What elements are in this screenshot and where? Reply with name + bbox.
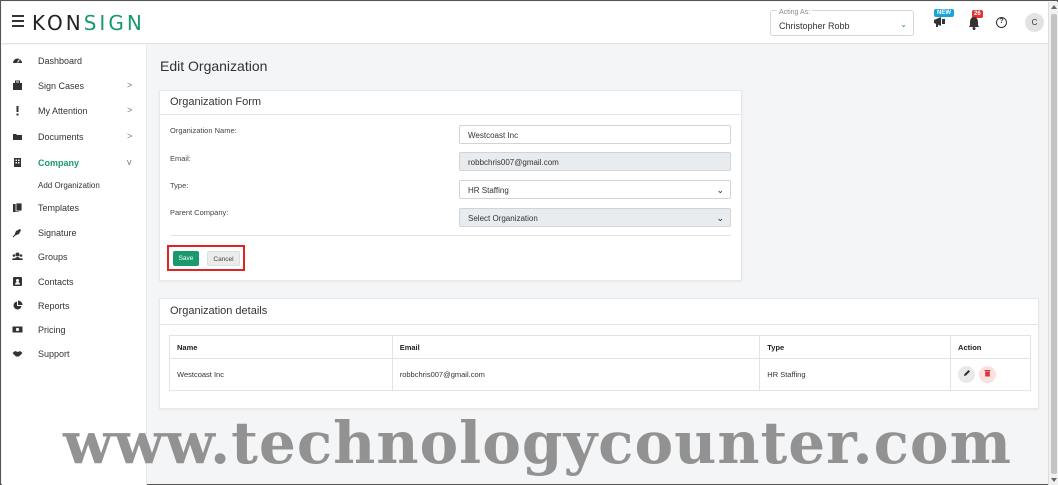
sidebar-item-label: Signature [38, 228, 77, 238]
save-button[interactable]: Save [173, 251, 199, 266]
organization-name-value: Westcoast Inc [468, 131, 519, 140]
type-label: Type: [170, 181, 189, 190]
column-header-action: Action [950, 335, 1031, 359]
copy-icon [13, 202, 23, 212]
cell-type: HR Staffing [759, 358, 952, 391]
contact-icon [13, 277, 22, 286]
cell-action [950, 358, 1031, 391]
exclamation-icon [16, 106, 19, 116]
sidebar-item-contacts[interactable]: Contacts [2, 272, 147, 292]
money-icon [12, 326, 23, 333]
sidebar-item-reports[interactable]: Reports [2, 296, 147, 316]
chevron-down-icon: ⌄ [716, 185, 724, 195]
pen-icon [12, 229, 21, 238]
delete-button[interactable] [979, 366, 997, 383]
app-frame: KONSIGN Acting As: Christopher Robb ⌄ NE… [0, 0, 1058, 485]
handshake-icon [12, 351, 23, 357]
vertical-scrollbar[interactable] [1048, 2, 1058, 485]
form-divider [170, 235, 731, 236]
sidebar-item-signature[interactable]: Signature [2, 223, 147, 243]
bell-icon[interactable] [968, 16, 980, 30]
sidebar-item-company[interactable]: Company v [2, 153, 147, 173]
parent-company-value: Select Organization [468, 214, 538, 223]
card-title: Organization Form [170, 96, 262, 108]
parent-company-select[interactable]: Select Organization ⌄ [459, 208, 731, 227]
cancel-button[interactable]: Cancel [207, 251, 240, 266]
logo-text-accent: SIGN [83, 11, 145, 35]
chevron-right-icon: > [127, 80, 133, 90]
sidebar-item-label: Company [38, 158, 80, 168]
card-title: Organization details [170, 305, 268, 317]
column-header-email[interactable]: Email [391, 335, 761, 359]
hamburger-menu-icon[interactable] [12, 15, 24, 27]
column-header-name[interactable]: Name [169, 335, 393, 359]
table-header-row: Name Email Type Action [169, 335, 1031, 359]
sidebar-item-support[interactable]: Support [2, 344, 147, 364]
scroll-thumb[interactable] [1051, 14, 1057, 474]
sidebar-item-label: Groups [38, 252, 68, 262]
chevron-down-icon: ⌄ [716, 213, 724, 223]
sidebar-item-documents[interactable]: Documents > [2, 127, 147, 147]
sidebar-item-label: My Attention [38, 106, 88, 116]
sidebar-item-label: Sign Cases [38, 81, 85, 91]
type-value: HR Staffing [468, 186, 509, 195]
sidebar-item-label: Templates [38, 203, 80, 213]
sidebar-item-my-attention[interactable]: My Attention > [2, 101, 147, 121]
building-icon [14, 158, 21, 167]
sidebar-item-templates[interactable]: Templates [2, 198, 147, 218]
megaphone-icon[interactable] [933, 15, 947, 29]
sidebar-item-pricing[interactable]: Pricing [2, 320, 147, 340]
sidebar-item-dashboard[interactable]: Dashboard [2, 51, 147, 71]
folder-icon [13, 134, 22, 140]
sidebar-item-label: Support [38, 349, 70, 359]
sidebar-item-label: Pricing [38, 325, 66, 335]
scroll-up-arrow-icon[interactable] [1051, 5, 1057, 9]
chevron-down-icon: v [127, 157, 132, 167]
organization-details-table: Name Email Type Action Westcoast Inc rob… [169, 335, 1031, 391]
table-row: Westcoast Inc robbchris007@gmail.com HR … [169, 358, 1031, 391]
organization-name-input[interactable]: Westcoast Inc [459, 125, 731, 144]
top-header: KONSIGN Acting As: Christopher Robb ⌄ [2, 2, 1048, 44]
pie-chart-icon [13, 300, 23, 310]
chevron-down-icon: ⌄ [900, 20, 907, 29]
avatar[interactable]: C [1025, 13, 1044, 32]
email-value: robbchris007@gmail.com [468, 158, 559, 167]
cell-name: Westcoast Inc [169, 358, 393, 391]
users-icon [12, 252, 23, 260]
dashboard-icon [13, 58, 22, 63]
konsign-logo[interactable]: KONSIGN [32, 11, 145, 35]
card-divider [160, 114, 741, 115]
sidebar-item-groups[interactable]: Groups [2, 247, 147, 267]
sidebar-item-sign-cases[interactable]: Sign Cases > [2, 76, 147, 96]
column-header-type[interactable]: Type [759, 335, 952, 359]
sidebar-item-label: Contacts [38, 277, 74, 287]
sidebar-item-label: Dashboard [38, 56, 83, 66]
help-icon[interactable]: ? [996, 17, 1007, 28]
page-title: Edit Organization [160, 58, 268, 74]
cell-email: robbchris007@gmail.com [391, 358, 761, 391]
trash-icon [984, 370, 991, 377]
sidebar-item-label: Reports [38, 301, 70, 311]
sidebar-subitem-add-organization[interactable]: Add Organization [38, 181, 100, 190]
watermark-text: www.technologycounter.com [63, 409, 1012, 477]
pencil-icon [963, 370, 970, 376]
parent-company-label: Parent Company: [170, 208, 229, 217]
logo-text-prefix: KON [32, 11, 84, 35]
type-select[interactable]: HR Staffing ⌄ [459, 180, 731, 199]
email-label: Email: [170, 154, 191, 163]
email-field: robbchris007@gmail.com [459, 152, 731, 171]
scroll-down-arrow-icon[interactable] [1051, 478, 1057, 482]
sidebar-item-label: Documents [38, 132, 84, 142]
chevron-right-icon: > [127, 105, 133, 115]
chevron-right-icon: > [127, 131, 133, 141]
acting-as-label: Acting As: [777, 9, 813, 16]
briefcase-icon [13, 80, 22, 90]
acting-as-value: Christopher Robb [779, 21, 850, 31]
card-divider [160, 324, 1038, 325]
acting-as-select[interactable]: Acting As: Christopher Robb ⌄ [770, 9, 914, 36]
organization-name-label: Organization Name: [170, 126, 237, 135]
edit-button[interactable] [958, 366, 976, 383]
